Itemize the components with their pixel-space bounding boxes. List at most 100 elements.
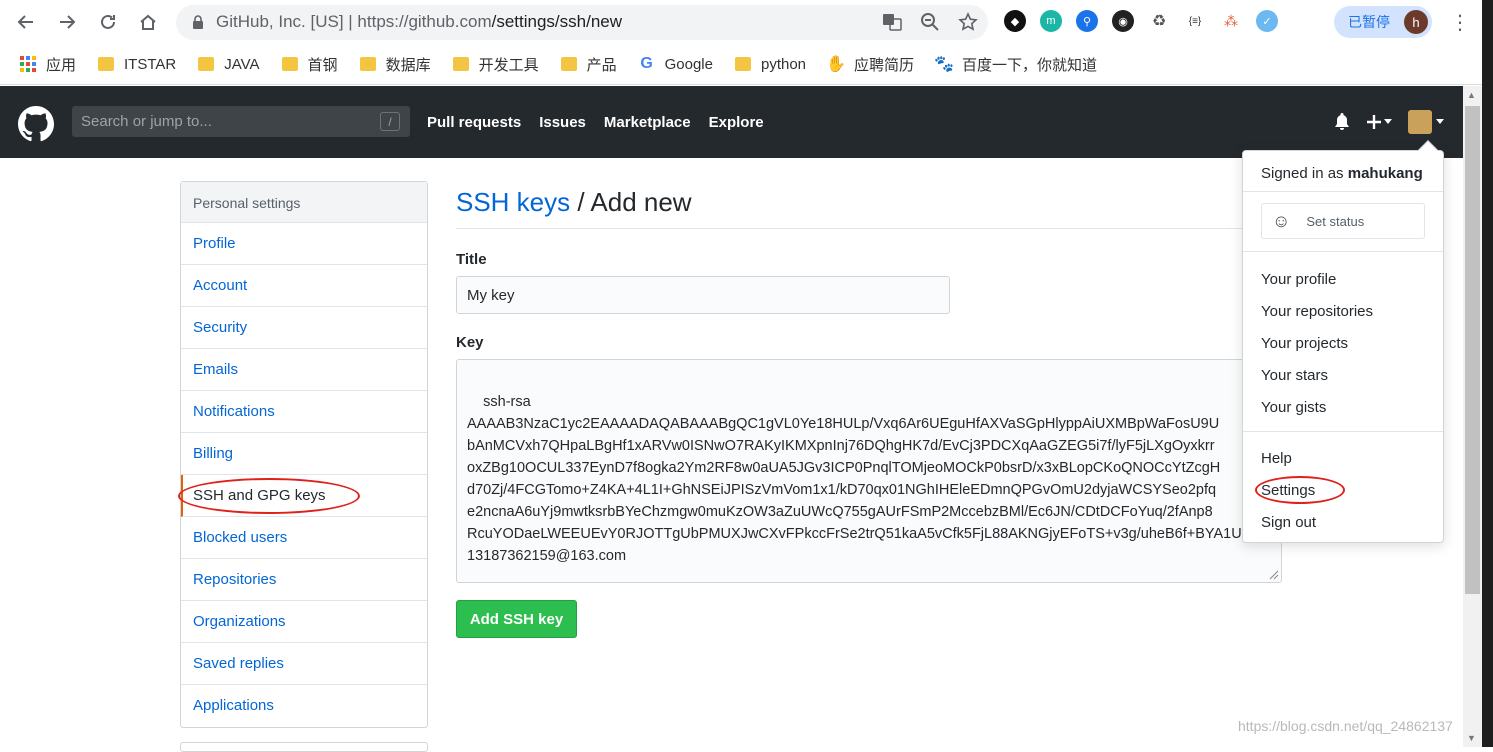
user-menu[interactable] (1408, 110, 1444, 134)
extension-4-icon[interactable]: ◉ (1112, 10, 1134, 32)
folder-icon (198, 57, 215, 71)
github-logo-icon[interactable] (18, 106, 54, 142)
sidebar-item-notifications[interactable]: Notifications (181, 391, 427, 433)
divider (1243, 431, 1443, 432)
add-ssh-key-button[interactable]: Add SSH key (456, 600, 577, 638)
menu-your-stars[interactable]: Your stars (1261, 367, 1328, 384)
nav-pull-requests[interactable]: Pull requests (427, 114, 521, 131)
nav-explore[interactable]: Explore (709, 114, 764, 131)
profile-paused-button[interactable]: 已暂停 h (1334, 6, 1432, 38)
nav-issues[interactable]: Issues (539, 114, 586, 131)
menu-your-profile[interactable]: Your profile (1261, 271, 1336, 288)
browser-toolbar: GitHub, Inc. [US] | https://github.com/s… (0, 0, 1482, 44)
extension-3-icon[interactable]: ⚲ (1076, 10, 1098, 32)
sidebar-item-applications[interactable]: Applications (181, 685, 427, 727)
menu-your-repositories[interactable]: Your repositories (1261, 303, 1373, 320)
sidebar-item-profile[interactable]: Profile (181, 223, 427, 265)
home-icon[interactable] (136, 10, 160, 34)
site-identity: GitHub, Inc. [US] (216, 12, 344, 31)
extension-1-icon[interactable]: ◆ (1004, 10, 1026, 32)
back-arrow-icon[interactable] (14, 10, 38, 34)
folder-icon (359, 57, 376, 71)
translate-icon[interactable] (882, 12, 902, 32)
bookmarks-bar: 应用 ITSTAR JAVA 首钢 数据库 开发工具 产品 G Google py… (0, 44, 1482, 85)
paused-label: 已暂停 (1348, 14, 1390, 30)
sidebar-item-emails[interactable]: Emails (181, 349, 427, 391)
title-input[interactable] (456, 276, 950, 314)
menu-help[interactable]: Help (1261, 450, 1292, 467)
bookmark-shougang[interactable]: 首钢 (281, 54, 338, 75)
scroll-down-arrow-icon[interactable]: ▼ (1467, 733, 1476, 743)
key-label: Key (456, 334, 484, 351)
folder-icon (452, 57, 469, 71)
sidebar-item-repositories[interactable]: Repositories (181, 559, 427, 601)
folder-icon (560, 57, 577, 71)
bookmark-python[interactable]: python (734, 56, 806, 73)
browser-menu-icon[interactable]: ⋮ (1450, 10, 1470, 35)
forward-arrow-icon[interactable] (55, 10, 79, 34)
extension-8-icon[interactable]: ✓ (1256, 10, 1278, 32)
profile-avatar: h (1404, 10, 1428, 34)
sidebar-item-blocked-users[interactable]: Blocked users (181, 517, 427, 559)
google-icon: G (640, 55, 653, 72)
bookmark-resume[interactable]: ✋ 应聘简历 (826, 54, 914, 75)
title-label: Title (456, 251, 487, 268)
divider (1243, 191, 1443, 192)
bookmark-product[interactable]: 产品 (560, 54, 617, 75)
extension-7-icon[interactable]: ⁂ (1220, 10, 1242, 32)
menu-your-projects[interactable]: Your projects (1261, 335, 1348, 352)
nav-marketplace[interactable]: Marketplace (604, 114, 691, 131)
set-status-label: Set status (1306, 213, 1365, 229)
bookmark-apps[interactable]: 应用 (20, 54, 76, 75)
menu-your-gists[interactable]: Your gists (1261, 399, 1326, 416)
bookmark-itstar[interactable]: ITSTAR (98, 56, 176, 73)
scroll-up-arrow-icon[interactable]: ▲ (1467, 90, 1476, 100)
sidebar-item-organizations[interactable]: Organizations (181, 601, 427, 643)
address-text: GitHub, Inc. [US] | https://github.com/s… (216, 12, 623, 31)
bookmark-baidu[interactable]: 🐾 百度一下，你就知道 (934, 54, 1097, 75)
key-textarea[interactable]: ssh-rsa AAAAB3NzaC1yc2EAAAADAQABAAABgQC1… (456, 359, 1282, 583)
address-bar[interactable]: GitHub, Inc. [US] | https://github.com/s… (176, 5, 988, 40)
page-title: SSH keys / Add new (456, 181, 1282, 229)
extension-2-icon[interactable]: m (1040, 10, 1062, 32)
create-new-menu[interactable] (1366, 114, 1392, 130)
bookmark-star-icon[interactable] (958, 12, 978, 32)
extensions: ◆ m ⚲ ◉ ♻ {≡} ⁂ ✓ (1004, 10, 1278, 32)
sidebar-item-security[interactable]: Security (181, 307, 427, 349)
sidebar-item-billing[interactable]: Billing (181, 433, 427, 475)
recycle-icon[interactable]: ♻ (1148, 10, 1170, 32)
page-title-rest: / Add new (570, 187, 692, 217)
bookmark-devtools[interactable]: 开发工具 (452, 54, 539, 75)
watermark: https://blog.csdn.net/qq_24862137 (1238, 718, 1453, 734)
zoom-icon[interactable] (920, 12, 940, 32)
folder-icon (734, 57, 751, 71)
menu-sign-out[interactable]: Sign out (1261, 514, 1316, 531)
bookmark-java[interactable]: JAVA (198, 56, 260, 73)
sidebar-item-saved-replies[interactable]: Saved replies (181, 643, 427, 685)
reload-icon[interactable] (96, 10, 120, 34)
apps-grid-icon (20, 56, 36, 72)
search-input[interactable] (72, 106, 410, 137)
bookmark-database[interactable]: 数据库 (359, 54, 431, 75)
lock-icon (193, 15, 203, 29)
settings-sidebar: Personal settings Profile Account Securi… (180, 181, 428, 728)
divider (1243, 251, 1443, 252)
github-nav: Pull requests Issues Marketplace Explore (427, 114, 764, 131)
header-actions (1334, 110, 1444, 134)
sidebar-item-account[interactable]: Account (181, 265, 427, 307)
ssh-keys-link[interactable]: SSH keys (456, 187, 570, 217)
json-icon[interactable]: {≡} (1184, 10, 1206, 32)
scrollbar-thumb[interactable] (1465, 106, 1480, 594)
hand-icon: ✋ (826, 56, 846, 73)
address-bar-actions (882, 12, 978, 32)
resize-grip-icon[interactable] (1269, 570, 1279, 580)
caret-down-icon (1436, 119, 1444, 124)
url-domain: https://github.com (357, 12, 492, 31)
github-search[interactable]: / (72, 106, 410, 137)
sidebar-secondary-box (180, 742, 428, 752)
folder-icon (281, 57, 298, 71)
url-path: /settings/ssh/new (491, 12, 623, 31)
bell-icon[interactable] (1334, 113, 1350, 131)
set-status-button[interactable]: ☺ Set status (1261, 203, 1425, 239)
bookmark-google[interactable]: G Google (639, 55, 713, 73)
